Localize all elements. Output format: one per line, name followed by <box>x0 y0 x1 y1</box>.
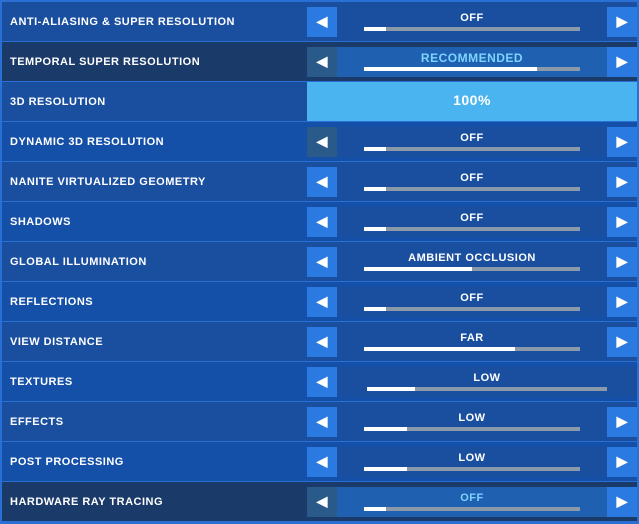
right-arrow-nanite[interactable]: ▶ <box>607 167 637 197</box>
setting-row-post-processing: POST PROCESSING◀ LOW ▶ <box>2 442 637 482</box>
setting-row-effects: EFFECTS◀ LOW ▶ <box>2 402 637 442</box>
value-bar-effects <box>364 427 580 431</box>
value-textures: LOW <box>473 373 500 384</box>
left-arrow-temporal-super-resolution[interactable]: ◀ <box>307 47 337 77</box>
value-bar-nanite <box>364 187 580 191</box>
label-global-illumination: GLOBAL ILLUMINATION <box>2 256 307 268</box>
control-dynamic-3d-resolution: ◀ OFF ▶ <box>307 122 637 161</box>
setting-row-temporal-super-resolution: TEMPORAL SUPER RESOLUTION◀ RECOMMENDED ▶ <box>2 42 637 82</box>
left-arrow-anti-aliasing[interactable]: ◀ <box>307 7 337 37</box>
left-arrow-hardware-ray-tracing[interactable]: ◀ <box>307 487 337 517</box>
control-temporal-super-resolution: ◀ RECOMMENDED ▶ <box>307 42 637 81</box>
value-dynamic-3d-resolution: OFF <box>460 133 484 144</box>
value-bar-temporal-super-resolution <box>364 67 580 71</box>
setting-row-global-illumination: GLOBAL ILLUMINATION◀ AMBIENT OCCLUSION ▶ <box>2 242 637 282</box>
control-3d-resolution: 100% <box>307 82 637 121</box>
value-bar-global-illumination <box>364 267 580 271</box>
setting-row-hardware-ray-tracing: HARDWARE RAY TRACING◀ OFF ▶ <box>2 482 637 522</box>
value-3d-resolution: 100% <box>453 93 491 107</box>
settings-container: ANTI-ALIASING & SUPER RESOLUTION◀OFF▶TEM… <box>0 0 639 524</box>
label-dynamic-3d-resolution: DYNAMIC 3D RESOLUTION <box>2 136 307 148</box>
label-view-distance: VIEW DISTANCE <box>2 336 307 348</box>
control-shadows: ◀ OFF ▶ <box>307 202 637 241</box>
setting-row-reflections: REFLECTIONS◀ OFF ▶ <box>2 282 637 322</box>
value-bar-dynamic-3d-resolution <box>364 147 580 151</box>
label-shadows: SHADOWS <box>2 216 307 228</box>
value-bar-view-distance <box>364 347 580 351</box>
value-post-processing: LOW <box>458 453 485 464</box>
setting-row-nanite: NANITE VIRTUALIZED GEOMETRY◀ OFF ▶ <box>2 162 637 202</box>
control-hardware-ray-tracing: ◀ OFF ▶ <box>307 482 637 521</box>
right-arrow-effects[interactable]: ▶ <box>607 407 637 437</box>
left-arrow-shadows[interactable]: ◀ <box>307 207 337 237</box>
value-view-distance: FAR <box>460 333 484 344</box>
control-global-illumination: ◀ AMBIENT OCCLUSION ▶ <box>307 242 637 281</box>
right-arrow-temporal-super-resolution[interactable]: ▶ <box>607 47 637 77</box>
control-view-distance: ◀ FAR ▶ <box>307 322 637 361</box>
right-arrow-hardware-ray-tracing[interactable]: ▶ <box>607 487 637 517</box>
label-reflections: REFLECTIONS <box>2 296 307 308</box>
value-hardware-ray-tracing: OFF <box>460 493 484 504</box>
label-effects: EFFECTS <box>2 416 307 428</box>
left-arrow-dynamic-3d-resolution[interactable]: ◀ <box>307 127 337 157</box>
right-arrow-global-illumination[interactable]: ▶ <box>607 247 637 277</box>
value-effects: LOW <box>458 413 485 424</box>
control-anti-aliasing: ◀ OFF ▶ <box>307 2 637 41</box>
control-reflections: ◀ OFF ▶ <box>307 282 637 321</box>
label-nanite: NANITE VIRTUALIZED GEOMETRY <box>2 176 307 188</box>
control-textures: ◀ LOW <box>307 362 637 401</box>
setting-row-3d-resolution: 3D RESOLUTION 100% <box>2 82 637 122</box>
right-arrow-view-distance[interactable]: ▶ <box>607 327 637 357</box>
setting-row-shadows: SHADOWS◀ OFF ▶ <box>2 202 637 242</box>
left-arrow-textures[interactable]: ◀ <box>307 367 337 397</box>
value-anti-aliasing: OFF <box>460 13 484 24</box>
control-effects: ◀ LOW ▶ <box>307 402 637 441</box>
right-arrow-shadows[interactable]: ▶ <box>607 207 637 237</box>
setting-row-view-distance: VIEW DISTANCE◀ FAR ▶ <box>2 322 637 362</box>
label-textures: TEXTURES <box>2 376 307 388</box>
left-arrow-effects[interactable]: ◀ <box>307 407 337 437</box>
label-hardware-ray-tracing: HARDWARE RAY TRACING <box>2 496 307 508</box>
right-arrow-reflections[interactable]: ▶ <box>607 287 637 317</box>
left-arrow-post-processing[interactable]: ◀ <box>307 447 337 477</box>
label-anti-aliasing: ANTI-ALIASING & SUPER RESOLUTION <box>2 16 307 28</box>
value-bar-textures <box>367 387 607 391</box>
value-nanite: OFF <box>460 173 484 184</box>
right-arrow-dynamic-3d-resolution[interactable]: ▶ <box>607 127 637 157</box>
right-arrow-post-processing[interactable]: ▶ <box>607 447 637 477</box>
label-3d-resolution: 3D RESOLUTION <box>2 96 307 108</box>
value-bar-reflections <box>364 307 580 311</box>
value-global-illumination: AMBIENT OCCLUSION <box>408 253 536 264</box>
value-reflections: OFF <box>460 293 484 304</box>
left-arrow-global-illumination[interactable]: ◀ <box>307 247 337 277</box>
left-arrow-view-distance[interactable]: ◀ <box>307 327 337 357</box>
value-shadows: OFF <box>460 213 484 224</box>
value-bar-shadows <box>364 227 580 231</box>
value-bar-post-processing <box>364 467 580 471</box>
right-arrow-anti-aliasing[interactable]: ▶ <box>607 7 637 37</box>
value-bar-anti-aliasing <box>364 27 580 31</box>
left-arrow-nanite[interactable]: ◀ <box>307 167 337 197</box>
label-post-processing: POST PROCESSING <box>2 456 307 468</box>
control-nanite: ◀ OFF ▶ <box>307 162 637 201</box>
setting-row-dynamic-3d-resolution: DYNAMIC 3D RESOLUTION◀ OFF ▶ <box>2 122 637 162</box>
setting-row-anti-aliasing: ANTI-ALIASING & SUPER RESOLUTION◀ OFF ▶ <box>2 2 637 42</box>
left-arrow-reflections[interactable]: ◀ <box>307 287 337 317</box>
value-temporal-super-resolution: RECOMMENDED <box>421 52 523 64</box>
setting-row-textures: TEXTURES◀ LOW <box>2 362 637 402</box>
control-post-processing: ◀ LOW ▶ <box>307 442 637 481</box>
value-bar-hardware-ray-tracing <box>364 507 580 511</box>
label-temporal-super-resolution: TEMPORAL SUPER RESOLUTION <box>2 56 307 68</box>
